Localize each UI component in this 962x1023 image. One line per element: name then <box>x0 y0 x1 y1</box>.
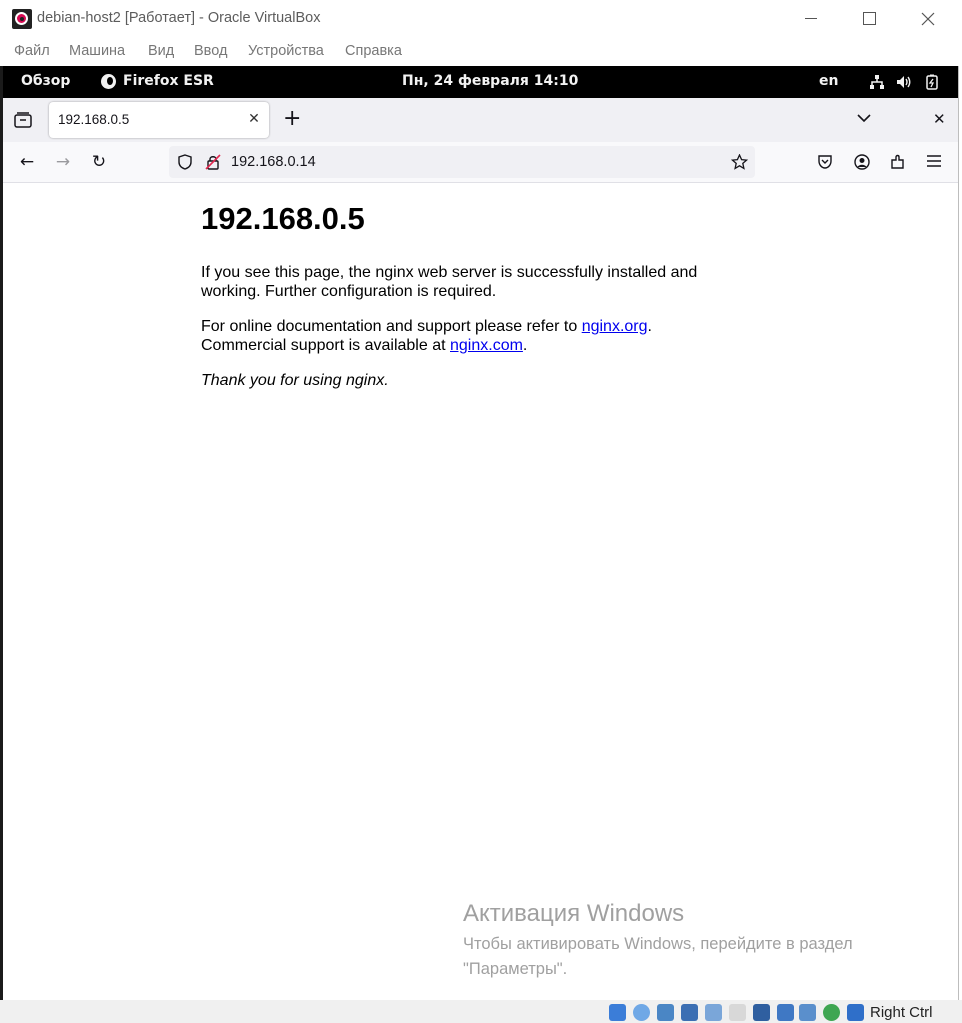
host-key-label: Right Ctrl <box>870 1004 933 1021</box>
vt-x-icon[interactable] <box>799 1004 816 1021</box>
intro-paragraph: If you see this page, the nginx web serv… <box>201 264 698 300</box>
bookmark-star-icon[interactable] <box>731 154 748 170</box>
vbox-menu-bar: Файл Машина Вид Ввод Устройства Справка <box>0 38 962 66</box>
docs-text: For online documentation and support ple… <box>201 318 582 335</box>
pocket-icon[interactable] <box>817 154 833 170</box>
forward-arrow-icon[interactable]: → <box>51 150 75 174</box>
url-text[interactable]: 192.168.0.14 <box>231 154 316 170</box>
firefox-view-icon[interactable] <box>14 112 32 128</box>
nginx-org-link[interactable]: nginx.org <box>582 318 648 335</box>
back-arrow-icon[interactable]: ← <box>15 150 39 174</box>
gnome-top-bar: Обзор Firefox ESR Пн, 24 февраля 14:10 e… <box>3 66 958 98</box>
battery-icon[interactable] <box>924 74 940 90</box>
account-icon[interactable] <box>854 154 870 170</box>
guest-additions-icon[interactable] <box>823 1004 840 1021</box>
menu-input[interactable]: Ввод <box>194 43 227 59</box>
hamburger-menu-icon[interactable] <box>927 155 941 167</box>
list-all-tabs-chevron-icon[interactable] <box>857 114 871 123</box>
menu-view[interactable]: Вид <box>148 43 174 59</box>
network-adapter-icon[interactable] <box>681 1004 698 1021</box>
optical-drive-icon[interactable] <box>633 1004 650 1021</box>
menu-devices[interactable]: Устройства <box>248 43 324 59</box>
maximize-button[interactable] <box>854 8 884 30</box>
tab-title: 192.168.0.5 <box>58 112 130 127</box>
windows-activation-watermark: Активация Windows Чтобы активировать Win… <box>463 900 903 982</box>
docs-paragraph: For online documentation and support ple… <box>201 317 721 355</box>
thanks-paragraph: Thank you for using nginx. <box>201 372 389 389</box>
network-icon[interactable] <box>869 74 885 90</box>
clock[interactable]: Пн, 24 февраля 14:10 <box>402 73 578 89</box>
firefox-icon <box>101 74 116 89</box>
audio-icon[interactable] <box>657 1004 674 1021</box>
volume-icon[interactable] <box>896 74 912 90</box>
minimize-icon <box>805 18 817 19</box>
hard-disk-icon[interactable] <box>609 1004 626 1021</box>
page-heading: 192.168.0.5 <box>201 201 365 236</box>
docs-dot: . <box>647 318 652 335</box>
activities-button[interactable]: Обзор <box>21 73 70 89</box>
usb-icon[interactable] <box>705 1004 722 1021</box>
firefox-tab-strip: 192.168.0.5 ✕ + ✕ <box>3 98 958 142</box>
app-menu[interactable]: Firefox ESR <box>123 73 214 89</box>
new-tab-plus-icon[interactable]: + <box>283 108 301 130</box>
insecure-lock-icon[interactable] <box>205 154 221 170</box>
maximize-icon <box>863 12 876 25</box>
window-title: debian-host2 [Работает] - Oracle Virtual… <box>37 10 321 26</box>
minimize-button[interactable] <box>796 8 826 30</box>
tab-active[interactable]: 192.168.0.5 ✕ <box>49 102 269 138</box>
extensions-icon[interactable] <box>890 154 906 170</box>
menu-file[interactable]: Файл <box>14 43 50 59</box>
web-page: 192.168.0.5 If you see this page, the ng… <box>3 183 958 1000</box>
close-icon <box>921 12 935 26</box>
vbox-title-bar: debian-host2 [Работает] - Oracle Virtual… <box>0 0 962 38</box>
guest-right-edge <box>958 66 959 1000</box>
tracking-protection-shield-icon[interactable] <box>178 154 192 170</box>
keyboard-layout-indicator[interactable]: en <box>819 73 838 89</box>
url-bar[interactable]: 192.168.0.14 <box>169 146 755 178</box>
activation-title: Активация Windows <box>463 900 685 927</box>
menu-machine[interactable]: Машина <box>69 43 125 59</box>
firefox-nav-bar: ← → ↻ 192.168.0.14 <box>3 142 958 183</box>
virtualbox-debian-icon <box>12 9 32 29</box>
close-browser-icon[interactable]: ✕ <box>933 110 946 128</box>
recording-icon[interactable] <box>777 1004 794 1021</box>
reload-icon[interactable]: ↻ <box>87 150 111 174</box>
nginx-com-link[interactable]: nginx.com <box>450 337 523 354</box>
vbox-status-bar: Right Ctrl <box>0 1000 962 1023</box>
tab-close-button[interactable]: ✕ <box>245 110 263 128</box>
keyboard-capture-icon[interactable] <box>847 1004 864 1021</box>
activation-subtitle: Чтобы активировать Windows, перейдите в … <box>463 935 853 978</box>
support-dot: . <box>522 337 528 354</box>
menu-help[interactable]: Справка <box>345 43 402 59</box>
display-icon[interactable] <box>753 1004 770 1021</box>
guest-screen: Обзор Firefox ESR Пн, 24 февраля 14:10 e… <box>3 66 958 1000</box>
shared-folders-icon[interactable] <box>729 1004 746 1021</box>
support-text: Commercial support is available at <box>201 337 450 354</box>
close-window-button[interactable] <box>913 8 943 30</box>
